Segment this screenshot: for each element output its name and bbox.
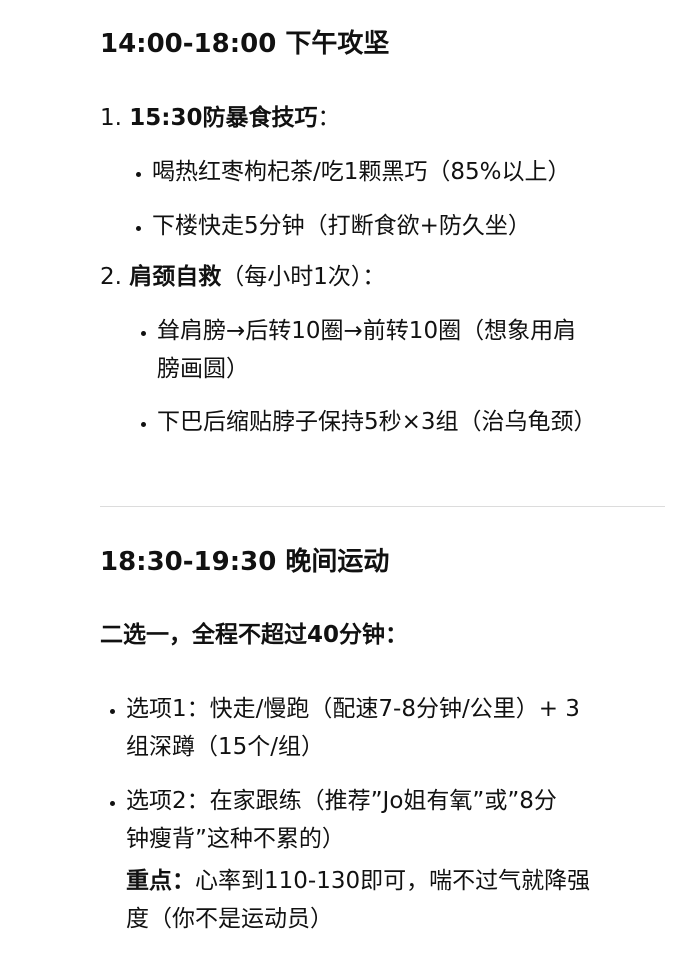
bullet-text-continued: 膀画圆）: [157, 356, 249, 382]
bullet-dot: [141, 422, 146, 427]
bullet-text: 下楼快走5分钟（打断食欲+防久坐）: [152, 213, 531, 239]
bullet-dot: [141, 331, 146, 336]
section-heading-afternoon: 14:00-18:00 下午攻坚: [100, 29, 390, 59]
bullet-text: 耸肩膀→后转10圈→前转10圈（想象用肩: [157, 318, 577, 344]
focus-label: 重点：: [126, 868, 195, 894]
list-item-2: 2. 肩颈自救（每小时1次）：: [100, 260, 385, 294]
focus-note-continued: 度（你不是运动员）: [126, 906, 333, 932]
list-item-suffix: （每小时1次）：: [221, 264, 386, 290]
focus-note: 重点：心率到110-130即可，喘不过气就降强: [126, 864, 590, 898]
bullet-text: 选项1：快走/慢跑（配速7-8分钟/公里）+ 3: [126, 696, 580, 722]
list-item-title: 肩颈自救: [129, 264, 222, 290]
bullet-text: 选项2：在家跟练（推荐”Jo姐有氧”或”8分: [126, 788, 557, 814]
list-number: 2.: [100, 264, 130, 290]
section-intro: 二选一，全程不超过40分钟：: [100, 622, 409, 648]
document-page: 14:00-18:00 下午攻坚 1. 15:30防暴食技巧： 喝热红枣枸杞茶/…: [0, 0, 690, 960]
list-item-title: 15:30防暴食技巧: [129, 105, 318, 131]
bullet-text: 下巴后缩贴脖子保持5秒×3组（治乌龟颈）: [157, 409, 597, 435]
bullet-dot: [136, 226, 141, 231]
section-heading-evening: 18:30-19:30 晚间运动: [100, 547, 390, 577]
focus-text: 心率到110-130即可，喘不过气就降强: [195, 868, 591, 894]
bullet-dot: [110, 801, 115, 806]
bullet-text: 喝热红枣枸杞茶/吃1颗黑巧（85%以上）: [152, 159, 571, 185]
bullet-text-continued: 组深蹲（15个/组）: [126, 734, 325, 760]
list-item-suffix: ：: [317, 105, 341, 131]
bullet-text-continued: 钟瘦背”这种不累的）: [126, 826, 345, 852]
section-divider: [100, 506, 665, 507]
bullet-dot: [136, 172, 141, 177]
list-number: 1.: [100, 105, 130, 131]
list-item-1: 1. 15:30防暴食技巧：: [100, 101, 340, 135]
bullet-dot: [110, 709, 115, 714]
